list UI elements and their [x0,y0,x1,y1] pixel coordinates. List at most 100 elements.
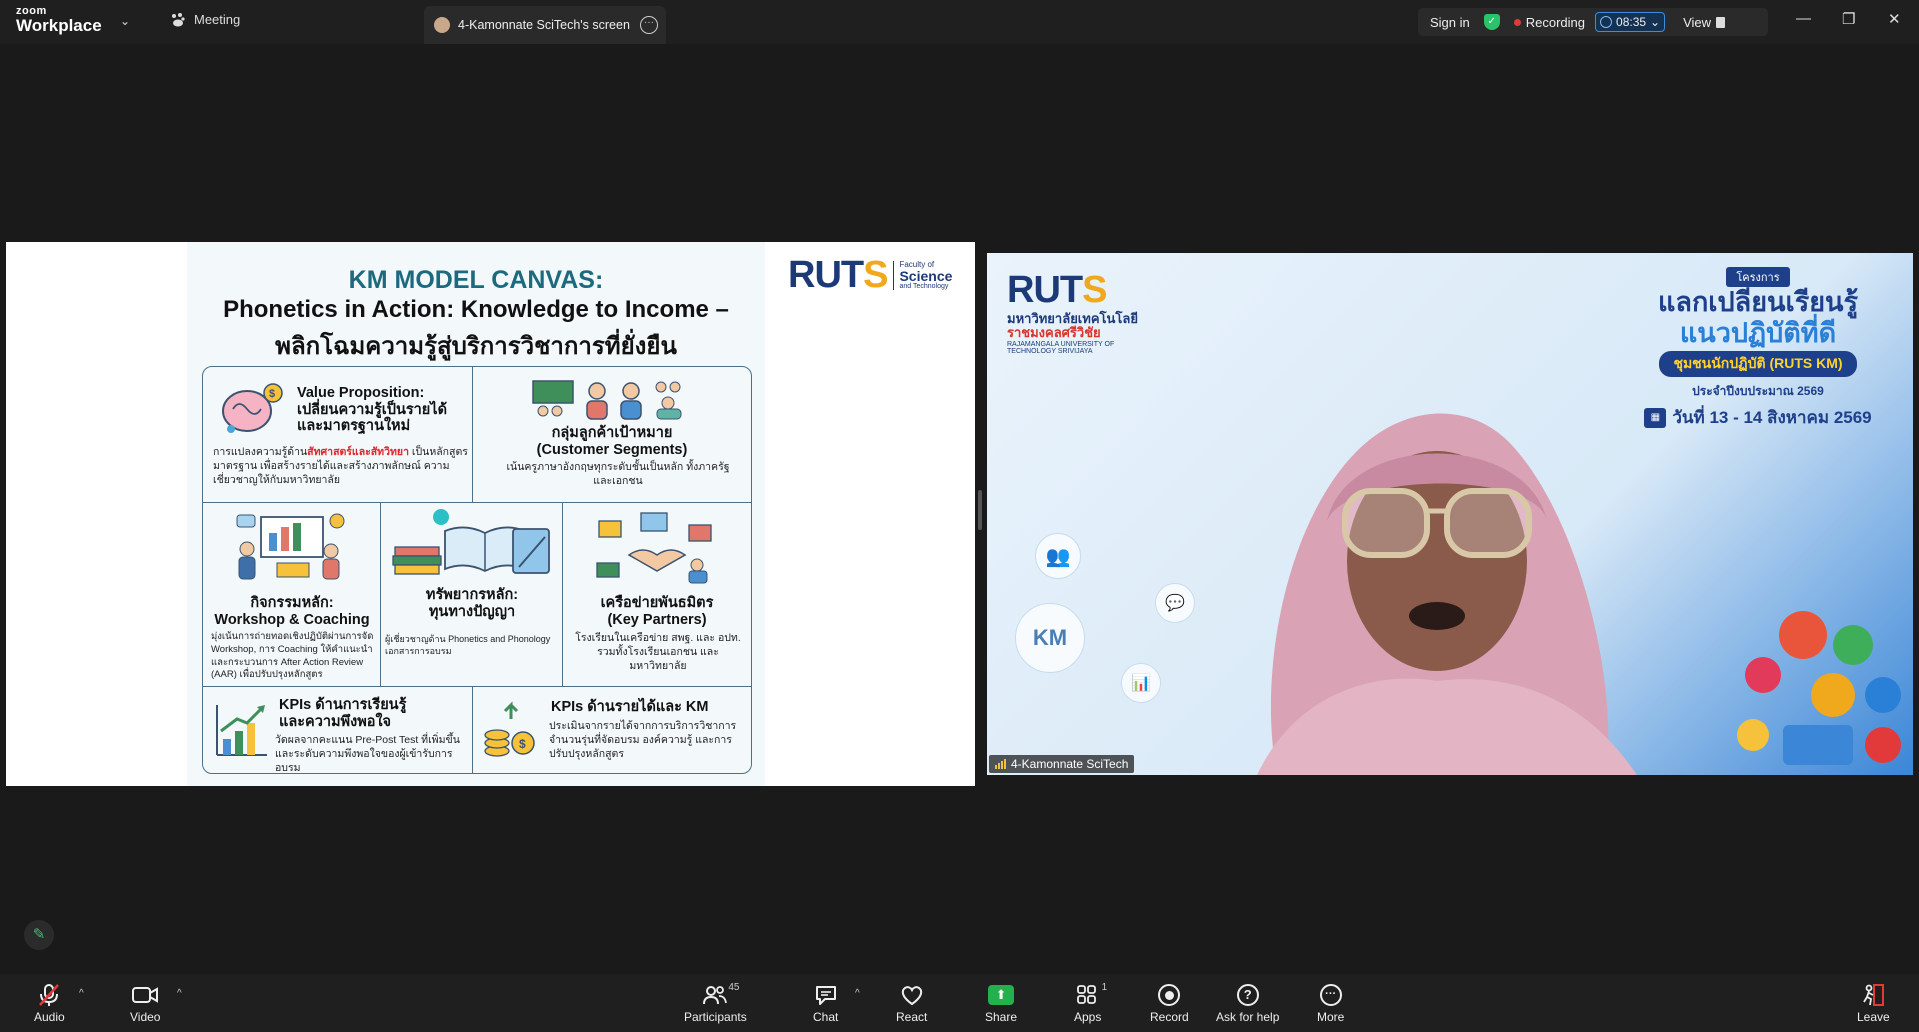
banner-line-3: ชุมชนนักปฏิบัติ (RUTS KM) [1659,351,1857,378]
svg-text:$: $ [519,737,526,751]
security-shield-icon[interactable]: ✓ [1483,14,1500,30]
partners-network-icon [596,512,712,584]
view-label: View [1683,14,1712,30]
record-label: Record [1150,1010,1189,1024]
education-icons-cluster [1737,611,1901,765]
minimize-icon[interactable]: — [1796,10,1811,27]
participant-name: 4-Kamonnate SciTech [1011,757,1129,771]
participants-label: Participants [684,1010,747,1024]
react-button[interactable]: React [896,982,927,1024]
chat-icon [814,982,838,1008]
participants-button[interactable]: 45 Participants [684,982,747,1024]
partner-description: โรงเรียนในเครือข่าย สพฐ. และ อปท. รวมทั้… [575,632,741,673]
apps-button[interactable]: 1 Apps [1074,982,1107,1024]
shared-screen-slide: RUTS Faculty of Science and Technology K… [6,242,975,786]
workshop-coaching-icon [236,513,345,580]
zoom-workplace-logo[interactable]: zoom Workplace [16,6,102,35]
leave-button[interactable]: Leave [1857,982,1890,1024]
view-button[interactable]: View [1683,14,1726,30]
sign-in-button[interactable]: Sign in [1430,15,1470,30]
chevron-down-icon[interactable]: ⌄ [120,14,130,28]
audio-button[interactable]: Audio [34,982,65,1024]
participant-video-tile[interactable]: RUTS มหาวิทยาลัยเทคโนโลยี ราชมงคลศรีวิชั… [987,253,1913,775]
record-button[interactable]: Record [1150,982,1189,1024]
activity-description: มุ่งเน้นการถ่ายทอดเชิงปฏิบัติผ่านการจัด … [211,631,374,681]
participants-paw-icon [172,12,185,26]
value-description: การแปลงความรู้ด้านสัทศาสตร์และสัทวิทยา เ… [213,446,468,487]
km-bubble: KM [1015,603,1085,673]
apps-count: 1 [1101,982,1108,993]
ruts-logo-text: RUTS [788,254,888,296]
participants-count: 45 [728,982,740,993]
react-label: React [896,1010,928,1024]
share-screen-icon: ⬆ [988,982,1015,1008]
audio-options-chevron-icon[interactable]: ^ [79,988,84,999]
share-button[interactable]: ⬆ Share [985,982,1017,1024]
restore-icon[interactable]: ❐ [1842,10,1855,28]
banner-date: ▦ วันที่ 13 - 14 สิงหาคม 2569 [1623,404,1893,431]
more-button[interactable]: ··· More [1317,982,1344,1024]
customer-title-1: กลุ่มลูกค้าเป้าหมาย [551,425,673,441]
screen-tab-label: 4-Kamonnate SciTech's screen [458,18,630,32]
svg-text:$: $ [269,388,275,400]
brain-money-icon: $ [222,383,283,433]
close-icon[interactable]: ✕ [1888,10,1901,28]
banner-tag: โครงการ [1726,267,1790,287]
more-options-icon[interactable]: ··· [640,16,658,34]
meeting-toolbar: Audio ^ Video ^ 45 Participants Chat ^ R… [0,974,1919,1032]
km-canvas-grid: $ Value Proposition: เปลี่ยนความรู้เป็นร… [202,366,752,774]
status-group: Sign in ✓ Recording 08:35 ⌄ View [1418,8,1768,36]
video-label: Video [130,1010,161,1024]
split-divider-handle[interactable] [978,490,982,530]
slide-subtitle-thai: พลิกโฉมความรู้สู่บริการวิชาการที่ยั่งยืน [275,333,677,360]
kpi2-title: KPIs ด้านรายได้และ KM [551,699,709,715]
key-activities-cell: กิจกรรมหลัก: Workshop & Coaching มุ่งเน้… [203,503,381,687]
customer-segments-cell: กลุ่มลูกค้าเป้าหมาย (Customer Segments) … [473,367,751,503]
value-title-3: และมาตรฐานใหม่ [297,418,411,435]
apps-icon: 1 [1076,982,1107,1008]
recording-label: Recording [1525,14,1586,30]
ruts-university-logo: RUTS มหาวิทยาลัยเทคโนโลยี ราชมงคลศรีวิชั… [1007,269,1138,356]
key-resources-cell: ทรัพยากรหลัก: ทุนทางปัญญา ผู้เชี่ยวชาญด้… [381,503,563,687]
logo-workplace-text: Workplace [16,16,102,35]
customer-description: เน้นครูภาษาอังกฤษทุกระดับชั้นเป็นหลัก ทั… [506,461,730,488]
chat-options-chevron-icon[interactable]: ^ [855,988,860,999]
chat-bubble-icon: 💬 [1155,583,1195,623]
video-options-chevron-icon[interactable]: ^ [177,988,182,999]
screen-share-tab[interactable]: 4-Kamonnate SciTech's screen ··· [424,6,666,44]
resource-title-1: ทรัพยากรหลัก: [425,587,519,603]
audio-label: Audio [34,1010,65,1024]
partner-title-1: เครือข่ายพันธมิตร [600,595,714,611]
coins-growth-icon: $ [484,701,535,757]
meeting-tab-label: Meeting [194,12,241,27]
leave-door-icon [1861,982,1885,1008]
meeting-timer[interactable]: 08:35 ⌄ [1595,12,1666,32]
faculty-name: Faculty of Science and Technology [893,261,952,290]
video-button[interactable]: Video [130,982,160,1024]
ask-for-help-label: Ask for help [1216,1010,1280,1024]
uni-name-en-1: RAJAMANGALA UNIVERSITY OF [1007,340,1115,348]
kpi2-description: ประเมินจากรายได้จากการบริการวิชาการ จำนว… [549,720,737,761]
activity-title-2: Workshop & Coaching [214,611,370,628]
value-title-1: Value Proposition: [297,385,425,401]
uni-name-en-2: TECHNOLOGY SRIVIJAYA [1007,348,1093,356]
muted-mic-icon [38,982,60,1008]
chat-button[interactable]: Chat [813,982,838,1024]
leave-label: Leave [1857,1010,1890,1024]
key-partners-cell: เครือข่ายพันธมิตร (Key Partners) โรงเรีย… [563,503,751,687]
timer-value: 08:35 [1616,15,1647,29]
chevron-down-icon: ⌄ [1650,15,1661,29]
question-mark-icon: ? [1236,982,1259,1008]
ask-for-help-button[interactable]: ? Ask for help [1216,982,1279,1024]
top-bar: zoom Workplace ⌄ Meeting 4-Kamonnate Sci… [0,0,1919,44]
growth-chart-icon [216,705,267,756]
chart-bubble-icon: 📊 [1121,663,1161,703]
avatar [434,17,450,33]
annotate-pencil-icon[interactable]: ✎ [24,920,54,950]
people-bubble-icon: 👥 [1035,533,1081,579]
customers-group-icon [532,380,682,420]
uni-name-th-1: มหาวิทยาลัยเทคโนโลยี [1007,311,1138,326]
more-dots-icon: ··· [1319,982,1342,1008]
meeting-tab[interactable]: Meeting [170,12,240,27]
participant-video-feed [1217,371,1647,775]
